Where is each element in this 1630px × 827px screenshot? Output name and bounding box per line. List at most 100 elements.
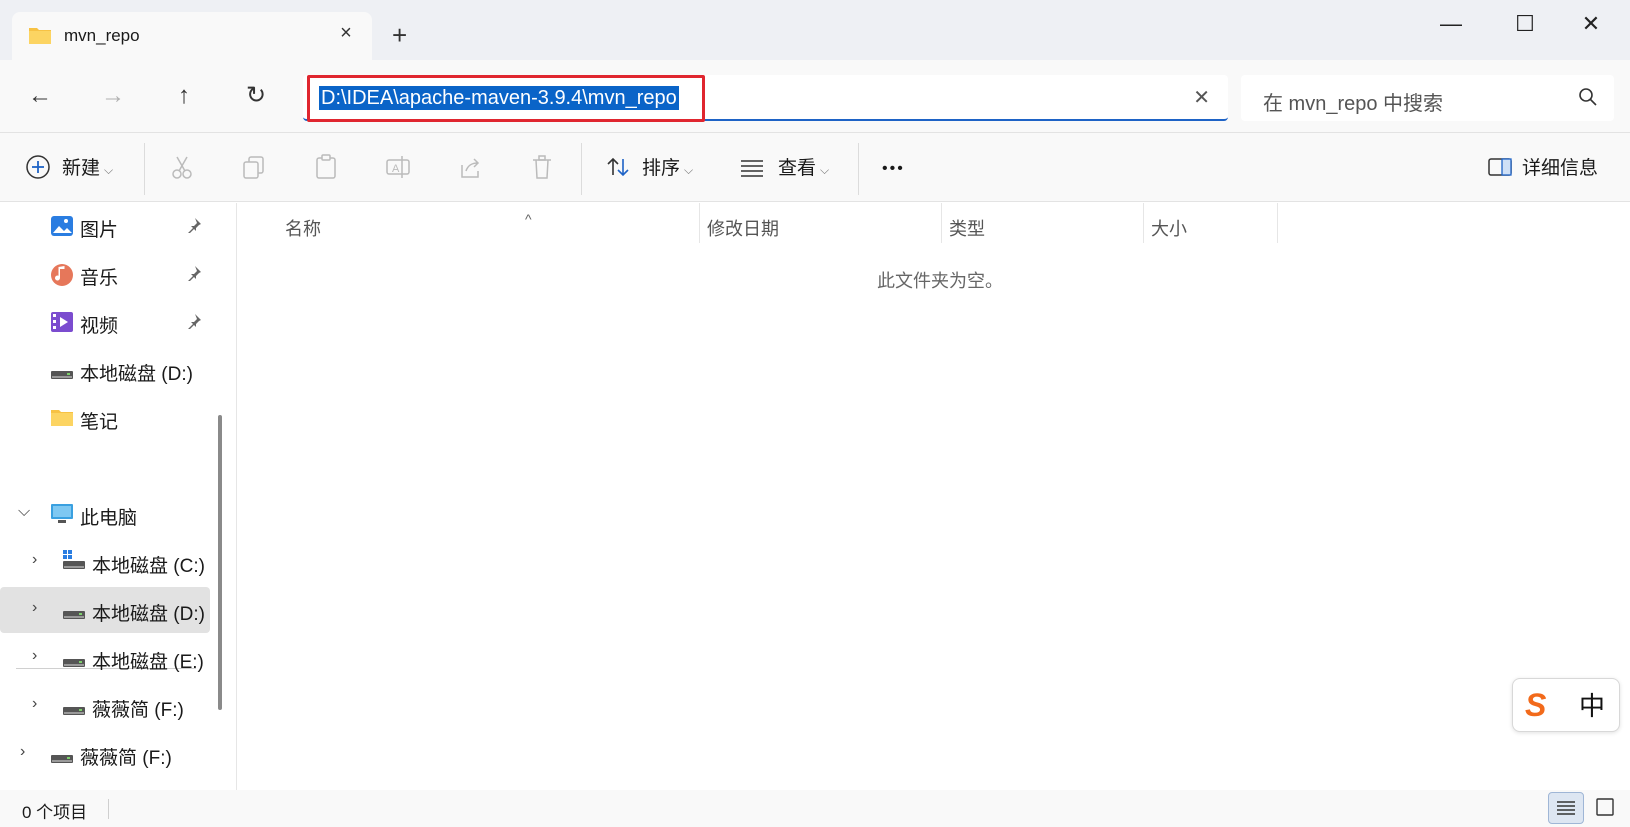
tab-title: mvn_repo	[64, 26, 140, 45]
status-bar: 0 个项目	[0, 790, 1630, 827]
sidebar-item-label: 此电脑	[80, 508, 138, 529]
view-icon[interactable]	[738, 153, 770, 185]
chevron-down-icon[interactable]: ⌵	[18, 503, 30, 521]
column-header-type[interactable]: 类型	[949, 215, 985, 241]
svg-text:A: A	[392, 163, 400, 175]
details-view-button[interactable]	[1548, 792, 1584, 824]
delete-icon[interactable]	[528, 153, 560, 185]
tiles-view-icon	[1596, 798, 1614, 816]
new-icon[interactable]	[24, 153, 56, 185]
sidebar-item-label: 笔记	[80, 412, 119, 433]
clear-address-icon[interactable]: ✕	[1193, 85, 1210, 110]
maximize-button[interactable]: ☐	[1500, 6, 1550, 42]
ime-indicator[interactable]: S 中	[1512, 678, 1620, 732]
ime-mode[interactable]: 中	[1579, 691, 1605, 721]
system-drive-icon	[62, 549, 86, 577]
music-icon	[50, 263, 74, 293]
column-name-label: 名称	[285, 219, 321, 239]
command-bar: 新建 ⌵ A 排序 ⌵ 查看 ⌵ ••• 详细信息	[0, 132, 1630, 202]
details-view-icon	[1557, 801, 1575, 815]
address-highlight-box	[307, 75, 705, 122]
close-window-button[interactable]: ✕	[1566, 6, 1616, 42]
sidebar-item-label: 视频	[80, 316, 119, 337]
chevron-right-icon[interactable]: ›	[32, 647, 37, 665]
copy-icon[interactable]	[240, 153, 272, 185]
details-button[interactable]: 详细信息	[1522, 154, 1598, 184]
new-label: 新建	[62, 158, 101, 179]
search-box[interactable]: 在 mvn_repo 中搜索	[1241, 75, 1614, 121]
file-list: 名称 ^ 修改日期 类型 大小 此文件夹为空。	[236, 203, 1630, 790]
sidebar-item-label: 本地磁盘 (D:)	[80, 364, 193, 385]
sidebar-item-videos[interactable]: 视频	[0, 299, 210, 345]
back-button[interactable]: ←	[20, 78, 60, 114]
view-label: 查看	[778, 158, 817, 179]
chevron-right-icon[interactable]: ›	[32, 695, 37, 713]
sidebar-item-drive-d-selected[interactable]: › 本地磁盘 (D:)	[0, 587, 210, 633]
column-divider[interactable]	[699, 203, 700, 243]
sidebar-scrollbar[interactable]	[218, 415, 222, 710]
sidebar-item-external-f[interactable]: › 薇薇简 (F:)	[0, 731, 210, 777]
column-header-size[interactable]: 大小	[1151, 215, 1187, 241]
sort-button[interactable]: 排序 ⌵	[642, 154, 693, 184]
drive-icon	[62, 605, 86, 627]
chevron-right-icon[interactable]: ›	[32, 551, 37, 569]
sidebar-item-this-pc[interactable]: ⌵ 此电脑	[0, 491, 210, 537]
view-button[interactable]: 查看 ⌵	[778, 154, 829, 184]
folder-icon	[50, 407, 74, 433]
tab-mvn-repo[interactable]: mvn_repo ×	[12, 12, 372, 60]
paste-icon[interactable]	[312, 153, 344, 185]
share-icon[interactable]	[456, 153, 488, 185]
sidebar-item-drive-d[interactable]: 本地磁盘 (D:)	[0, 347, 210, 393]
column-divider[interactable]	[1143, 203, 1144, 243]
item-count: 0 个项目	[22, 803, 88, 822]
toolbar-divider	[144, 143, 145, 195]
rename-icon[interactable]: A	[384, 153, 416, 185]
sidebar-item-label: 本地磁盘 (D:)	[92, 604, 205, 625]
sidebar-item-drive-f[interactable]: › 薇薇简 (F:)	[0, 683, 210, 729]
pin-icon	[186, 217, 202, 239]
navigation-bar: ← → ↑ ↻ D:\IDEA\apache-maven-3.9.4\mvn_r…	[0, 60, 1630, 132]
drive-icon	[50, 365, 74, 387]
computer-icon	[50, 503, 74, 531]
drive-icon	[50, 749, 74, 771]
cut-icon[interactable]	[168, 153, 200, 185]
empty-folder-message: 此文件夹为空。	[877, 271, 1003, 291]
refresh-button[interactable]: ↻	[236, 78, 276, 114]
new-button[interactable]: 新建 ⌵	[62, 154, 113, 184]
sidebar-item-drive-e[interactable]: › 本地磁盘 (E:)	[0, 635, 210, 681]
videos-icon	[50, 311, 74, 339]
tiles-view-button[interactable]	[1588, 792, 1624, 824]
sidebar-item-notes[interactable]: 笔记	[0, 395, 210, 441]
details-pane-icon[interactable]	[1486, 153, 1518, 185]
sidebar-item-music[interactable]: 音乐	[0, 251, 210, 297]
minimize-button[interactable]: —	[1426, 6, 1476, 42]
folder-icon	[28, 25, 52, 50]
column-divider[interactable]	[1277, 203, 1278, 243]
search-icon[interactable]	[1578, 87, 1598, 112]
column-divider[interactable]	[941, 203, 942, 243]
toolbar-divider	[858, 143, 859, 195]
sidebar-item-drive-c[interactable]: › 本地磁盘 (C:)	[0, 539, 210, 585]
sidebar-item-pictures[interactable]: 图片	[0, 203, 210, 249]
forward-button[interactable]: →	[93, 78, 133, 114]
sidebar-item-label: 图片	[80, 220, 119, 241]
title-bar: mvn_repo × + — ☐ ✕	[0, 0, 1630, 60]
up-button[interactable]: ↑	[164, 78, 204, 114]
pin-icon	[186, 313, 202, 335]
navigation-pane: 图片 音乐 视频 本地磁盘 (D:) 笔记 ⌵ 此电脑 › 本地磁盘 (C:) …	[0, 203, 228, 790]
toolbar-divider	[581, 143, 582, 195]
drive-icon	[62, 653, 86, 675]
ime-logo-icon: S	[1525, 687, 1547, 723]
tab-close-icon[interactable]: ×	[334, 22, 358, 45]
sort-icon[interactable]	[604, 153, 636, 185]
column-header-name[interactable]: 名称 ^	[285, 211, 532, 241]
search-placeholder[interactable]: 在 mvn_repo 中搜索	[1263, 87, 1443, 116]
chevron-right-icon[interactable]: ›	[20, 743, 25, 761]
pin-icon	[186, 265, 202, 287]
sidebar-item-label: 薇薇简 (F:)	[80, 748, 172, 769]
pictures-icon	[50, 215, 74, 243]
chevron-right-icon[interactable]: ›	[32, 599, 37, 617]
more-options-button[interactable]: •••	[882, 154, 905, 184]
new-tab-button[interactable]: +	[392, 20, 407, 50]
column-header-modified[interactable]: 修改日期	[707, 215, 779, 241]
